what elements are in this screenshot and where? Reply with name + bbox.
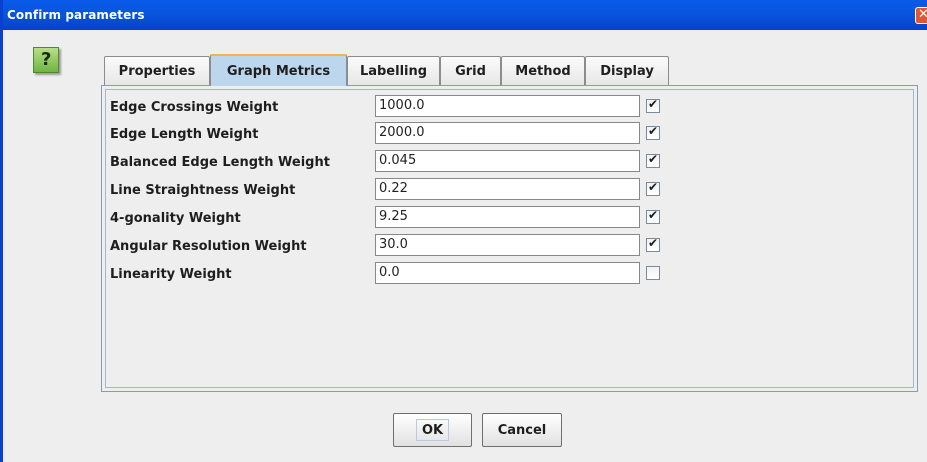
tab-grid[interactable]: Grid (440, 56, 501, 85)
edge-length-checkbox[interactable]: ✔ (646, 124, 660, 140)
check-mark-icon: ✔ (648, 124, 659, 138)
tab-label: Properties (118, 64, 196, 79)
check-mark-icon: ✔ (648, 236, 659, 250)
balanced-edge-length-label: Balanced Edge Length Weight (110, 155, 330, 170)
edge-length-label: Edge Length Weight (110, 127, 259, 142)
edge-crossings-checkbox[interactable]: ✔ (646, 97, 660, 113)
focus-ring (416, 419, 449, 441)
check-mark-icon: ✔ (648, 208, 659, 222)
close-icon: ✕ (918, 7, 927, 22)
linearity-checkbox[interactable] (646, 266, 660, 280)
tab-label: Method (515, 64, 571, 79)
question-mark: ? (41, 49, 52, 70)
check-mark-icon: ✔ (648, 97, 659, 111)
line-straightness-field[interactable]: 0.22 (375, 178, 640, 200)
four-gonality-field[interactable]: 9.25 (375, 206, 640, 228)
edge-crossings-field[interactable]: 1000.0 (375, 95, 640, 117)
close-button[interactable]: ✕ (915, 7, 927, 24)
tab-label: Grid (455, 64, 486, 79)
window-title: Confirm parameters (7, 8, 145, 22)
tab-label: Display (600, 64, 654, 79)
tab-display[interactable]: Display (585, 56, 669, 85)
tab-label: Graph Metrics (226, 64, 331, 79)
cancel-button[interactable]: Cancel (482, 413, 562, 447)
cancel-label: Cancel (497, 423, 547, 438)
dialog-window: Confirm parameters ✕ ? Properties Graph … (0, 0, 927, 462)
edge-length-field[interactable]: 2000.0 (375, 122, 640, 144)
tab-method[interactable]: Method (501, 56, 585, 85)
linearity-field[interactable]: 0.0 (375, 262, 640, 284)
edge-crossings-label: Edge Crossings Weight (110, 100, 279, 115)
linearity-label: Linearity Weight (110, 267, 232, 282)
title-bar[interactable]: Confirm parameters ✕ (3, 0, 927, 30)
angular-resolution-checkbox[interactable]: ✔ (646, 236, 660, 252)
tab-label: Labelling (359, 64, 428, 79)
four-gonality-checkbox[interactable]: ✔ (646, 208, 660, 224)
line-straightness-label: Line Straightness Weight (110, 183, 296, 198)
balanced-edge-length-checkbox[interactable]: ✔ (646, 152, 660, 168)
balanced-edge-length-field[interactable]: 0.045 (375, 150, 640, 172)
check-mark-icon: ✔ (648, 180, 659, 194)
tab-graph-metrics[interactable]: Graph Metrics (210, 54, 347, 86)
question-icon: ? (33, 47, 59, 73)
four-gonality-label: 4-gonality Weight (110, 211, 241, 226)
ok-button[interactable]: OK (393, 413, 472, 447)
tab-labelling[interactable]: Labelling (347, 56, 440, 85)
tab-properties[interactable]: Properties (104, 56, 210, 85)
line-straightness-checkbox[interactable]: ✔ (646, 180, 660, 196)
angular-resolution-field[interactable]: 30.0 (375, 234, 640, 256)
angular-resolution-label: Angular Resolution Weight (110, 239, 307, 254)
check-mark-icon: ✔ (648, 152, 659, 166)
